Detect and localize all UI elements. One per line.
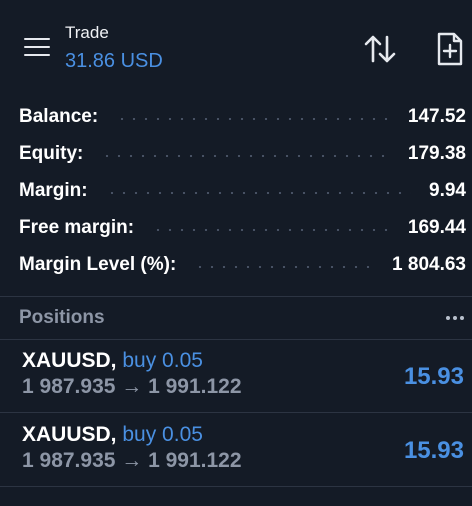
margin-level-row: Margin Level (%): 1 804.63 bbox=[0, 246, 472, 283]
margin-label: Margin: bbox=[19, 179, 88, 201]
trade-screen: Trade 31.86 USD Balance: 147.52 Equity: … bbox=[0, 0, 472, 506]
page-title: Trade bbox=[65, 23, 109, 42]
dotted-leader bbox=[116, 117, 390, 120]
balance-label: Balance: bbox=[19, 105, 99, 127]
position-prices: 1 987.935 → 1 991.122 bbox=[22, 449, 242, 472]
title-block: Trade 31.86 USD bbox=[65, 22, 163, 74]
position-symbol: XAUUSD, bbox=[22, 349, 117, 372]
top-bar: Trade 31.86 USD bbox=[0, 0, 472, 92]
profit-summary: 31.86 USD bbox=[65, 50, 163, 72]
position-profit: 15.93 bbox=[403, 437, 464, 464]
position-symbol: XAUUSD, bbox=[22, 423, 117, 446]
divider bbox=[0, 486, 472, 487]
free-margin-row: Free margin: 169.44 bbox=[0, 209, 472, 246]
dotted-leader bbox=[101, 154, 390, 157]
sort-arrows-icon[interactable] bbox=[363, 33, 397, 65]
margin-value: 9.94 bbox=[429, 179, 466, 201]
hamburger-menu-icon[interactable] bbox=[24, 38, 50, 58]
equity-value: 179.38 bbox=[407, 142, 466, 164]
position-row[interactable]: XAUUSD, buy 0.05 1 987.935 → 1 991.122 1… bbox=[0, 339, 472, 413]
position-prices: 1 987.935 → 1 991.122 bbox=[22, 375, 242, 398]
dotted-leader bbox=[194, 265, 375, 268]
positions-header: Positions bbox=[0, 297, 472, 339]
dotted-leader bbox=[105, 191, 412, 194]
position-side: buy 0.05 bbox=[122, 349, 203, 372]
dotted-leader bbox=[152, 228, 390, 231]
positions-title: Positions bbox=[19, 307, 105, 328]
more-options-icon[interactable] bbox=[444, 312, 466, 324]
margin-level-value: 1 804.63 bbox=[392, 253, 466, 275]
margin-row: Margin: 9.94 bbox=[0, 172, 472, 209]
margin-level-label: Margin Level (%): bbox=[19, 253, 177, 275]
free-margin-value: 169.44 bbox=[407, 216, 466, 238]
position-header-line: XAUUSD, buy 0.05 bbox=[22, 349, 203, 373]
position-profit: 15.93 bbox=[403, 363, 464, 390]
position-header-line: XAUUSD, buy 0.05 bbox=[22, 423, 203, 447]
balance-value: 147.52 bbox=[407, 105, 466, 127]
balance-row: Balance: 147.52 bbox=[0, 98, 472, 135]
position-side: buy 0.05 bbox=[122, 423, 203, 446]
equity-label: Equity: bbox=[19, 142, 84, 164]
position-row[interactable]: XAUUSD, buy 0.05 1 987.935 → 1 991.122 1… bbox=[0, 413, 472, 487]
free-margin-label: Free margin: bbox=[19, 216, 135, 238]
add-document-icon[interactable] bbox=[436, 32, 464, 66]
account-summary: Balance: 147.52 Equity: 179.38 Margin: 9… bbox=[0, 98, 472, 283]
equity-row: Equity: 179.38 bbox=[0, 135, 472, 172]
